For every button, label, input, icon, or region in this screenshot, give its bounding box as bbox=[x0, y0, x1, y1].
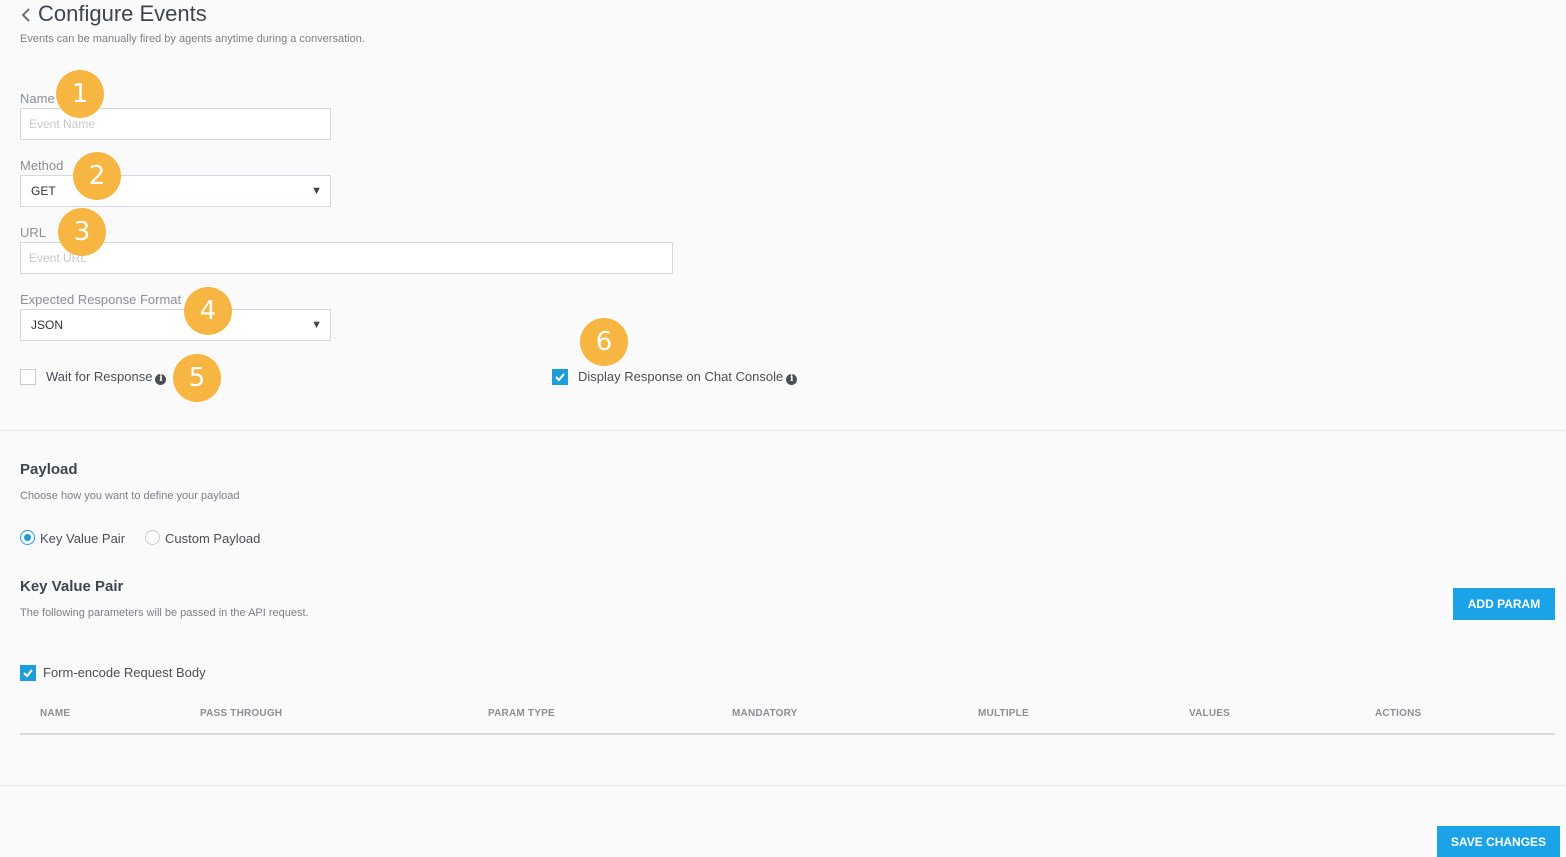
callout-badge-2: 2 bbox=[73, 152, 121, 200]
wait-for-response-checkbox[interactable] bbox=[20, 369, 36, 385]
column-header-values: VALUES bbox=[1189, 708, 1231, 719]
column-header-actions: ACTIONS bbox=[1375, 708, 1422, 719]
radio-key-value-pair-label[interactable]: Key Value Pair bbox=[40, 531, 125, 546]
radio-key-value-pair[interactable] bbox=[20, 530, 35, 545]
section-divider bbox=[0, 430, 1566, 431]
response-format-label: Expected Response Format bbox=[20, 292, 182, 307]
form-encode-checkbox[interactable] bbox=[20, 665, 36, 681]
key-value-title: Key Value Pair bbox=[20, 578, 124, 595]
callout-badge-6: 6 bbox=[580, 318, 628, 366]
url-label: URL bbox=[20, 225, 47, 240]
key-value-description: The following parameters will be passed … bbox=[20, 607, 309, 619]
callout-badge-4: 4 bbox=[184, 287, 232, 335]
event-url-input[interactable] bbox=[20, 242, 673, 274]
column-header-param-type: PARAM TYPE bbox=[488, 708, 555, 719]
callout-badge-5: 5 bbox=[173, 354, 221, 402]
checkmark-icon bbox=[23, 669, 33, 678]
column-header-multiple: MULTIPLE bbox=[978, 708, 1029, 719]
info-icon[interactable]: i bbox=[155, 374, 167, 385]
add-param-button[interactable]: ADD PARAM bbox=[1453, 588, 1555, 620]
name-label: Name bbox=[20, 91, 55, 106]
method-label: Method bbox=[20, 158, 64, 173]
caret-down-icon: ▼ bbox=[311, 185, 322, 197]
response-format-select[interactable]: JSON ▼ bbox=[20, 309, 331, 341]
chevron-left-icon[interactable] bbox=[18, 2, 34, 26]
display-response-checkbox[interactable] bbox=[552, 369, 568, 385]
callout-badge-3: 3 bbox=[58, 208, 106, 256]
payload-description: Choose how you want to define your paylo… bbox=[20, 490, 240, 502]
footer-divider bbox=[0, 785, 1566, 786]
display-response-label: Display Response on Chat Console i bbox=[578, 369, 798, 385]
column-header-name: NAME bbox=[40, 708, 71, 719]
method-select[interactable]: GET ▼ bbox=[20, 175, 331, 207]
radio-custom-payload-label[interactable]: Custom Payload bbox=[165, 531, 260, 546]
payload-title: Payload bbox=[20, 461, 78, 478]
column-header-pass-through: PASS THROUGH bbox=[200, 708, 283, 719]
page-title: Configure Events bbox=[38, 1, 207, 26]
method-selected-value: GET bbox=[31, 184, 56, 198]
form-encode-label: Form-encode Request Body bbox=[43, 665, 206, 680]
response-format-selected-value: JSON bbox=[31, 318, 64, 332]
table-header-rule bbox=[20, 733, 1555, 735]
checkmark-icon bbox=[555, 373, 565, 382]
column-header-mandatory: MANDATORY bbox=[732, 708, 798, 719]
radio-custom-payload[interactable] bbox=[145, 530, 160, 545]
info-icon[interactable]: i bbox=[786, 374, 798, 385]
wait-for-response-label: Wait for Response i bbox=[46, 369, 167, 385]
callout-badge-1: 1 bbox=[56, 70, 104, 118]
caret-down-icon: ▼ bbox=[311, 319, 322, 331]
page-subtitle: Events can be manually fired by agents a… bbox=[20, 33, 365, 45]
save-changes-button[interactable]: SAVE CHANGES bbox=[1437, 826, 1560, 857]
